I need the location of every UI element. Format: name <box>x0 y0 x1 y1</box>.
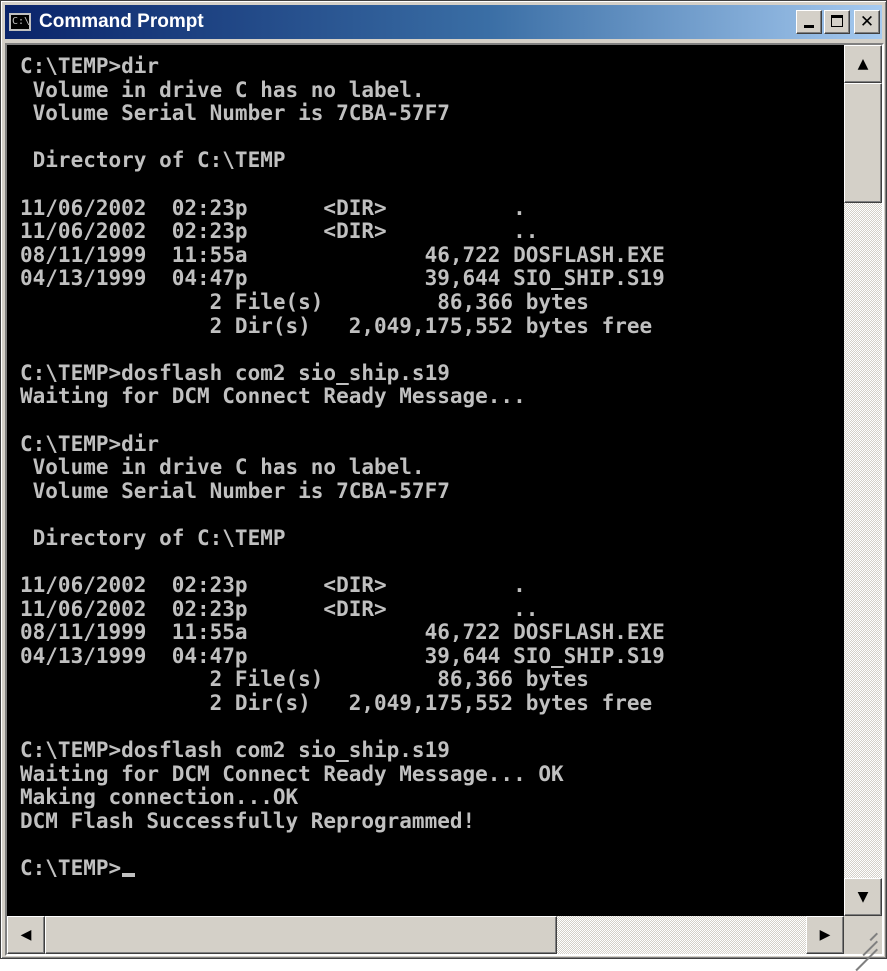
console-line: Making connection...OK <box>20 785 299 810</box>
minimize-button[interactable] <box>796 10 822 34</box>
minimize-icon <box>804 25 814 28</box>
vertical-scroll-thumb[interactable] <box>844 83 882 203</box>
console-line: Waiting for DCM Connect Ready Message... <box>20 384 526 409</box>
console-line: Volume in drive C has no label. <box>20 455 425 480</box>
console-line: C:\TEMP>dir <box>20 431 160 456</box>
horizontal-scrollbar[interactable]: ◀ ▶ <box>7 916 844 954</box>
console-line: C:\TEMP> <box>20 857 844 881</box>
console-line: C:\TEMP>dir <box>20 54 160 78</box>
console-line: 11/06/2002 02:23p <DIR> .. <box>20 596 539 621</box>
left-arrow-icon: ◀ <box>20 927 32 943</box>
scroll-right-button[interactable]: ▶ <box>806 916 844 954</box>
console-line: 2 Dir(s) 2,049,175,552 bytes free <box>20 691 653 716</box>
scroll-up-button[interactable]: ▲ <box>844 45 882 83</box>
close-icon: ✕ <box>859 12 875 32</box>
console-line: 04/13/1999 04:47p 39,644 SIO_SHIP.S19 <box>20 643 665 668</box>
maximize-button[interactable] <box>824 10 850 34</box>
up-arrow-icon: ▲ <box>857 56 869 72</box>
close-button[interactable]: ✕ <box>854 10 880 34</box>
console-line: Directory of C:\TEMP <box>20 148 286 173</box>
console-line: Directory of C:\TEMP <box>20 525 286 550</box>
caption-buttons: ✕ <box>794 10 880 34</box>
console-line: Volume Serial Number is 7CBA-57F7 <box>20 478 450 503</box>
down-arrow-icon: ▼ <box>857 889 869 905</box>
text-cursor <box>122 873 136 878</box>
console-line: C:\TEMP>dosflash com2 sio_ship.s19 <box>20 360 450 385</box>
console-text: C:\TEMP>dir Volume in drive C has no lab… <box>7 45 844 881</box>
console-line: 2 File(s) 86,366 bytes <box>20 289 589 314</box>
resize-grip-icon[interactable] <box>844 916 882 971</box>
console-line: 11/06/2002 02:23p <DIR> . <box>20 573 526 598</box>
command-prompt-icon[interactable]: C:\ <box>9 13 31 31</box>
console-client-area: C:\TEMP>dir Volume in drive C has no lab… <box>5 43 884 971</box>
console-output[interactable]: C:\TEMP>dir Volume in drive C has no lab… <box>7 45 844 916</box>
scroll-left-button[interactable]: ◀ <box>7 916 45 954</box>
console-line: Waiting for DCM Connect Ready Message...… <box>20 761 564 786</box>
horizontal-scroll-thumb[interactable] <box>45 916 557 954</box>
console-line: 08/11/1999 11:55a 46,722 DOSFLASH.EXE <box>20 620 665 645</box>
right-arrow-icon: ▶ <box>819 927 831 943</box>
console-line: C:\TEMP>dosflash com2 sio_ship.s19 <box>20 738 450 763</box>
console-line: DCM Flash Successfully Reprogrammed! <box>20 809 476 833</box>
console-line: Volume Serial Number is 7CBA-57F7 <box>20 101 450 126</box>
scroll-down-button[interactable]: ▼ <box>844 878 882 916</box>
command-prompt-window: C:\ Command Prompt ✕ C:\TEMP>dir Volume … <box>0 0 887 971</box>
console-line: 04/13/1999 04:47p 39,644 SIO_SHIP.S19 <box>20 266 665 291</box>
console-line: 11/06/2002 02:23p <DIR> .. <box>20 219 539 244</box>
console-line: Volume in drive C has no label. <box>20 77 425 102</box>
console-line: 11/06/2002 02:23p <DIR> . <box>20 195 526 220</box>
maximize-icon <box>831 15 843 27</box>
window-title: Command Prompt <box>39 11 204 32</box>
console-line: 08/11/1999 11:55a 46,722 DOSFLASH.EXE <box>20 242 665 267</box>
title-bar[interactable]: C:\ Command Prompt ✕ <box>5 5 882 39</box>
vertical-scrollbar[interactable]: ▲ ▼ <box>844 45 882 916</box>
console-line: 2 Dir(s) 2,049,175,552 bytes free <box>20 313 653 338</box>
console-line: 2 File(s) 86,366 bytes <box>20 667 589 692</box>
